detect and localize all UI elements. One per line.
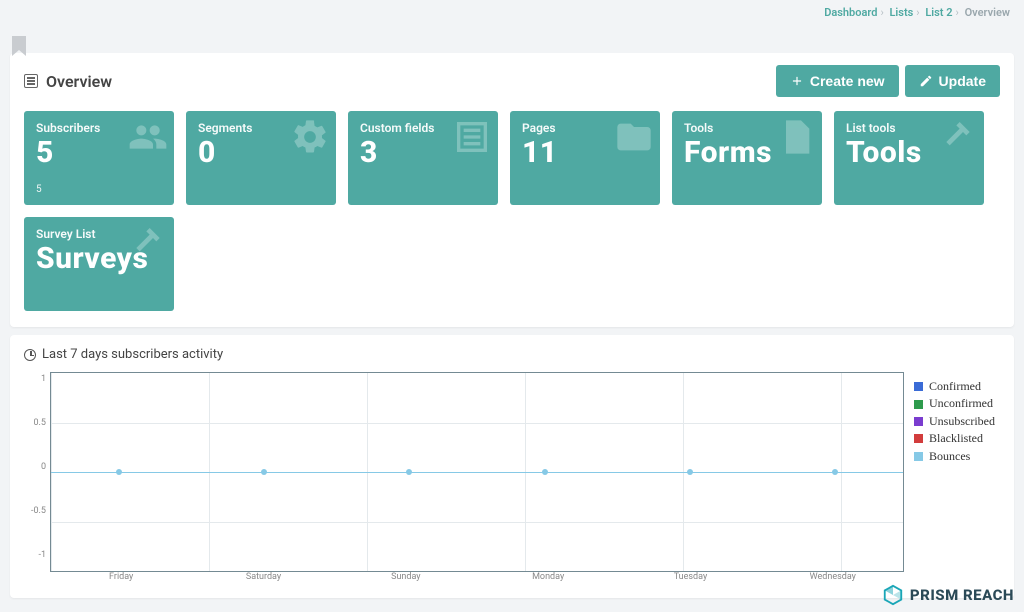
activity-chart-panel: Last 7 days subscribers activity 1 0.5 0… (10, 335, 1014, 598)
create-new-label: Create new (810, 73, 885, 89)
breadcrumb-current: Overview (965, 6, 1010, 19)
legend-swatch (914, 452, 923, 461)
create-new-button[interactable]: Create new (776, 65, 899, 97)
page-title: Overview (24, 72, 112, 91)
update-button[interactable]: Update (905, 65, 1000, 97)
tile-segments[interactable]: Segments 0 (186, 111, 336, 205)
breadcrumb: Dashboard› Lists› List 2› Overview (0, 0, 1024, 23)
breadcrumb-link[interactable]: List 2 (925, 6, 952, 19)
breadcrumb-link[interactable]: Dashboard (824, 6, 877, 19)
tile-subscribers[interactable]: Subscribers 5 5 (24, 111, 174, 205)
page-icon (776, 117, 816, 161)
page-title-text: Overview (46, 72, 112, 91)
gear-icon (290, 117, 330, 161)
tile-survey-list[interactable]: Survey List Surveys (24, 217, 174, 311)
overview-panel: Overview Create new Update Subscribers 5… (10, 53, 1014, 327)
legend-swatch (914, 400, 923, 409)
legend-swatch (914, 434, 923, 443)
chart-x-axis: Friday Saturday Sunday Monday Tuesday We… (50, 572, 904, 582)
brand-text: PRISM REACH (910, 586, 1014, 604)
folder-icon (614, 117, 654, 161)
chart-series-line (51, 472, 903, 473)
users-icon (128, 117, 168, 161)
chart-legend: Confirmed Unconfirmed Unsubscribed Black… (904, 372, 1000, 572)
legend-swatch (914, 382, 923, 391)
breadcrumb-link[interactable]: Lists (889, 6, 913, 19)
tile-list-tools[interactable]: List tools Tools (834, 111, 984, 205)
chart-y-axis: 1 0.5 0 -0.5 -1 (24, 372, 50, 572)
tile-pages[interactable]: Pages 11 (510, 111, 660, 205)
tile-grid: Subscribers 5 5 Segments 0 Custom fields… (24, 111, 1000, 311)
tile-sub: 5 (36, 184, 42, 195)
list-icon (452, 117, 492, 161)
hammer-icon (938, 117, 978, 161)
chart-title-text: Last 7 days subscribers activity (42, 347, 223, 362)
clock-icon (24, 349, 36, 361)
chart-title: Last 7 days subscribers activity (24, 347, 1000, 362)
update-label: Update (939, 73, 986, 89)
chart-plot-area (50, 372, 904, 572)
tile-custom-fields[interactable]: Custom fields 3 (348, 111, 498, 205)
prism-logo-icon (882, 584, 904, 606)
brand-logo: PRISM REACH (882, 584, 1014, 606)
list-icon (24, 74, 38, 88)
legend-swatch (914, 417, 923, 426)
hammer-icon (128, 223, 168, 267)
tile-tools-forms[interactable]: Tools Forms (672, 111, 822, 205)
